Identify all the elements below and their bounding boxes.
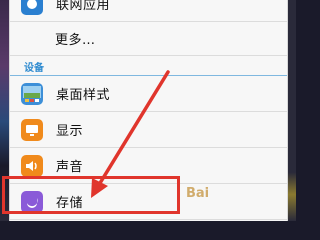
- watermark: Bai: [186, 186, 210, 201]
- annotation-arrow: [91, 70, 170, 198]
